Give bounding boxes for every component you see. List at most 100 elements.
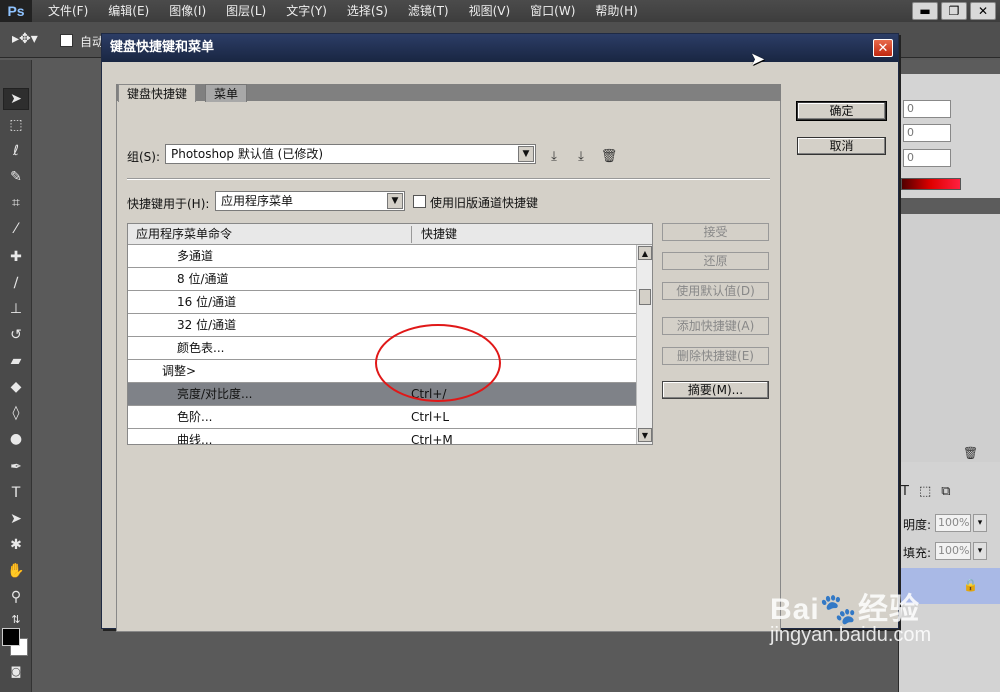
table-row[interactable]: 多通道 (128, 245, 636, 268)
window-controls: ▬ ❐ ✕ (908, 0, 1000, 22)
restore-button[interactable]: ❐ (941, 2, 967, 20)
save-set-as-icon[interactable]: ⤓ (571, 146, 591, 166)
cancel-button[interactable]: 取消 (797, 137, 886, 155)
color-field-1[interactable]: 0 (903, 100, 951, 118)
table-row-selected[interactable]: 亮度/对比度... Ctrl+/ (128, 383, 636, 406)
command-cell: 曲线... (177, 433, 213, 445)
brush-tool-icon[interactable]: ∕ (3, 272, 29, 294)
swap-colors-icon[interactable]: ⇅ (3, 608, 29, 630)
menu-edit[interactable]: 编辑(E) (98, 0, 159, 22)
marquee-tool-icon[interactable]: ⬚ (3, 114, 29, 136)
scroll-thumb[interactable] (639, 289, 651, 305)
minimize-button[interactable]: ▬ (912, 2, 938, 20)
menu-file[interactable]: 文件(F) (38, 0, 98, 22)
move-tool-icon[interactable]: ➤ (3, 88, 29, 110)
healing-tool-icon[interactable]: ✚ (3, 246, 29, 268)
lasso-tool-icon[interactable]: ℓ (3, 140, 29, 162)
shape-layer-icon[interactable]: ⬚ (919, 484, 931, 499)
keyboard-shortcuts-dialog: 键盘快捷键和菜单 ✕ 键盘快捷键 菜单 组(S): Photoshop 默认值 … (101, 33, 899, 632)
red-circle-annotation (375, 324, 501, 402)
delete-shortcut-button[interactable]: 删除快捷键(E) (662, 347, 769, 365)
table-row[interactable]: 色阶... Ctrl+L (128, 406, 636, 429)
use-default-button[interactable]: 使用默认值(D) (662, 282, 769, 300)
command-cell: 色阶... (177, 410, 213, 424)
shortcut-cell[interactable]: Ctrl+L (411, 406, 449, 428)
dialog-close-button[interactable]: ✕ (873, 39, 893, 57)
fill-label: 填充: (903, 546, 932, 560)
command-cell: 调整> (162, 364, 197, 378)
close-app-button[interactable]: ✕ (970, 2, 996, 20)
color-field-2[interactable]: 0 (903, 124, 951, 142)
type-tool-icon[interactable]: T (3, 482, 29, 504)
table-row[interactable]: 32 位/通道 (128, 314, 636, 337)
fill-field[interactable]: 100% (935, 542, 971, 560)
undo-button[interactable]: 还原 (662, 252, 769, 270)
scroll-down-icon[interactable]: ▼ (638, 428, 652, 442)
opacity-label: 明度: (903, 518, 932, 532)
menu-layer[interactable]: 图层(L) (216, 0, 276, 22)
table-row[interactable]: 8 位/通道 (128, 268, 636, 291)
legacy-channel-label: 使用旧版通道快捷键 (430, 196, 539, 210)
stamp-tool-icon[interactable]: ⊥ (3, 298, 29, 320)
blur-tool-icon[interactable]: ◊ (3, 402, 29, 424)
lock-icon: 🔒 (963, 578, 978, 592)
legacy-channel-checkbox[interactable] (413, 195, 426, 208)
chevron-down-icon: ▼ (518, 146, 534, 162)
pen-tool-icon[interactable]: ✒ (3, 456, 29, 478)
tab-menus[interactable]: 菜单 (205, 84, 248, 102)
divider (127, 178, 770, 180)
save-set-icon[interactable]: ⤓ (544, 146, 564, 166)
table-row[interactable]: 曲线... Ctrl+M (128, 429, 636, 445)
opacity-dropdown-icon[interactable]: ▾ (973, 514, 987, 532)
quick-select-tool-icon[interactable]: ✎ (3, 166, 29, 188)
eraser-tool-icon[interactable]: ▰ (3, 350, 29, 372)
ok-button[interactable]: 确定 (796, 101, 887, 121)
menu-image[interactable]: 图像(I) (159, 0, 216, 22)
opacity-field[interactable]: 100% (935, 514, 971, 532)
group-select[interactable]: Photoshop 默认值 (已修改) ▼ (165, 144, 536, 164)
move-tool-preset-icon[interactable]: ▸✥▾ (12, 31, 38, 47)
command-cell: 8 位/通道 (177, 272, 229, 286)
type-layer-icon[interactable]: T (901, 484, 909, 499)
hand-tool-icon[interactable]: ✋ (3, 560, 29, 582)
color-field-3[interactable]: 0 (903, 149, 951, 167)
menu-select[interactable]: 选择(S) (337, 0, 398, 22)
add-shortcut-button[interactable]: 添加快捷键(A) (662, 317, 769, 335)
fill-dropdown-icon[interactable]: ▾ (973, 542, 987, 560)
menu-window[interactable]: 窗口(W) (520, 0, 585, 22)
path-select-tool-icon[interactable]: ➤ (3, 508, 29, 530)
foreground-color-swatch[interactable] (2, 628, 20, 646)
accept-button[interactable]: 接受 (662, 223, 769, 241)
eyedropper-tool-icon[interactable]: ⁄ (3, 218, 29, 240)
column-separator (411, 226, 412, 243)
auto-select-checkbox[interactable] (60, 34, 73, 47)
tools-panel: ➤ ⬚ ℓ ✎ ⌗ ⁄ ✚ ∕ ⊥ ↺ ▰ ◆ ◊ ● ✒ T ➤ ✱ ✋ ⚲ … (0, 60, 32, 692)
menu-help[interactable]: 帮助(H) (585, 0, 647, 22)
trash-icon[interactable]: 🗑 (963, 446, 978, 460)
shape-tool-icon[interactable]: ✱ (3, 534, 29, 556)
history-brush-tool-icon[interactable]: ↺ (3, 324, 29, 346)
crop-tool-icon[interactable]: ⌗ (3, 192, 29, 214)
menu-view[interactable]: 视图(V) (459, 0, 521, 22)
scroll-up-icon[interactable]: ▲ (638, 246, 652, 260)
menu-filter[interactable]: 滤镜(T) (398, 0, 459, 22)
watermark-url: jingyan.baidu.com (770, 624, 932, 646)
table-header: 应用程序菜单命令 快捷键 (128, 224, 652, 245)
command-cell: 亮度/对比度... (177, 387, 253, 401)
smart-object-icon[interactable]: ⧉ (941, 484, 950, 499)
command-cell: 颜色表... (177, 341, 225, 355)
quick-mask-icon[interactable]: ◙ (3, 660, 29, 682)
paint-bucket-tool-icon[interactable]: ◆ (3, 376, 29, 398)
shortcut-cell[interactable]: Ctrl+M (411, 429, 453, 444)
shortcuts-for-select[interactable]: 应用程序菜单 ▼ (215, 191, 405, 211)
color-ramp[interactable] (901, 178, 961, 190)
tab-keyboard-shortcuts[interactable]: 键盘快捷键 (118, 84, 197, 102)
summarize-button[interactable]: 摘要(M)... (662, 381, 769, 399)
menu-type[interactable]: 文字(Y) (276, 0, 337, 22)
delete-set-icon[interactable]: 🗑 (599, 146, 619, 166)
dodge-tool-icon[interactable]: ● (3, 428, 29, 450)
table-row[interactable]: 16 位/通道 (128, 291, 636, 314)
table-scrollbar[interactable]: ▲ ▼ (636, 245, 652, 444)
zoom-tool-icon[interactable]: ⚲ (3, 586, 29, 608)
shortcuts-table: 应用程序菜单命令 快捷键 多通道 8 位/通道 16 位/通道 32 位/通道 … (127, 223, 653, 445)
